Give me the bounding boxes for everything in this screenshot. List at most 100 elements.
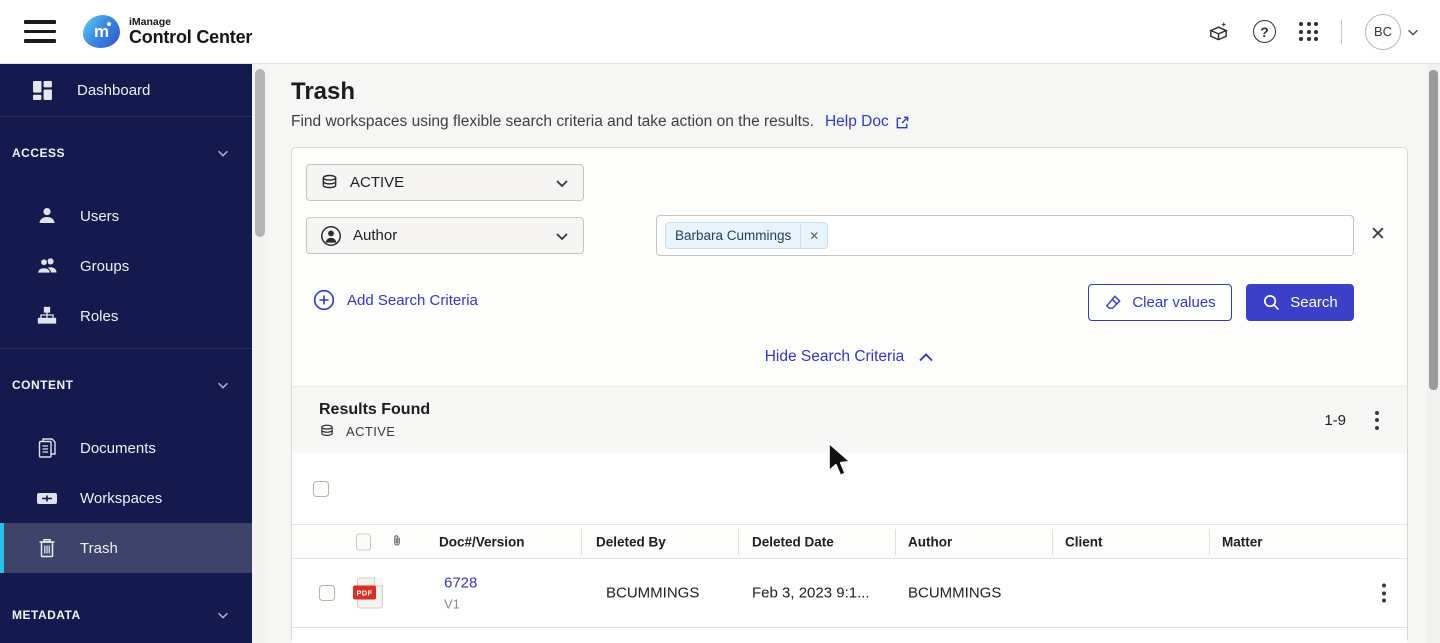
next-row-partial [292,628,1407,643]
section-label: ACCESS [12,146,66,160]
chip-remove-icon[interactable]: ✕ [800,223,827,248]
deleted-date-cell: Feb 3, 2023 9:1... [752,584,870,602]
column-divider [895,529,896,555]
section-label: CONTENT [12,378,74,392]
sidebar-item-groups[interactable]: Groups [0,241,252,291]
results-title: Results Found [319,401,431,418]
pdf-badge: PDF [353,585,376,600]
sidebar-section-content[interactable]: CONTENT [0,371,252,399]
table-row[interactable]: PDF 6728 V1 BCUMMINGS Feb 3, 2023 9:1...… [292,559,1407,628]
doc-version-cell: 6728 V1 [444,575,477,612]
help-doc-label: Help Doc [824,113,889,130]
row-menu-icon[interactable] [1379,581,1389,606]
sidebar-item-documents[interactable]: Documents [0,423,252,473]
sidebar-item-users[interactable]: Users [0,191,252,241]
search-button-label: Search [1290,294,1338,311]
column-divider [1052,529,1053,555]
sidebar-item-label: Roles [80,307,119,325]
chevron-down-icon [218,612,228,619]
hamburger-menu-icon[interactable] [24,20,56,43]
file-type-cell: PDF [353,577,383,609]
sidebar-item-label: Documents [80,439,156,457]
brand-logo: m iManage Control Center [83,15,252,48]
search-icon [1264,294,1280,311]
sidebar-item-trash[interactable]: Trash [0,523,252,573]
author-person-icon [321,225,341,246]
add-search-criteria-link[interactable]: Add Search Criteria [313,289,478,311]
dashboard-icon [33,80,52,100]
account-menu[interactable]: BC [1365,13,1420,50]
workspaces-icon [36,489,58,507]
value-chip: Barbara Cummings ✕ [665,222,829,249]
eraser-icon [1106,295,1121,309]
sidebar-item-dashboard[interactable]: Dashboard [0,64,252,117]
sidebar-section-access[interactable]: ACCESS [0,139,252,167]
column-header-matter[interactable]: Matter [1222,534,1263,549]
results-menu-icon[interactable] [1372,408,1382,433]
subtitle-text: Find workspaces using flexible search cr… [291,113,814,130]
doc-number-link[interactable]: 6728 [444,575,477,592]
app-grid-icon[interactable] [1299,22,1318,41]
chevron-up-icon [919,353,933,362]
main-content: Trash Find workspaces using flexible sea… [269,64,1427,643]
clear-row-icon[interactable]: ✕ [1370,225,1386,244]
clear-values-label: Clear values [1132,294,1216,311]
results-range: 1-9 [1324,411,1346,429]
section-label: METADATA [12,608,81,622]
sidebar-section-metadata[interactable]: METADATA [0,601,252,629]
page-title: Trash [291,78,356,105]
search-field-value: Author [353,227,398,244]
column-divider [1209,529,1210,555]
search-button[interactable]: Search [1246,284,1354,321]
repository-value: ACTIVE [350,174,405,191]
column-header-doc-version[interactable]: Doc#/Version [439,534,525,549]
imanage-logo-icon: m [83,15,120,48]
whats-new-icon[interactable] [1207,20,1230,43]
column-header-client[interactable]: Client [1065,534,1103,549]
page-subtitle: Find workspaces using flexible search cr… [291,113,1427,131]
top-bar: m iManage Control Center ? BC [0,0,1440,64]
plus-circle-icon [313,289,335,311]
pdf-file-icon: PDF [353,577,383,609]
sidebar: Dashboard ACCESS Users Groups Roles CONT… [0,64,252,643]
attachment-column-icon [391,530,403,553]
trash-icon [36,537,58,559]
hide-criteria-label: Hide Search Criteria [764,348,905,365]
topbar-divider [1341,19,1342,44]
content-scrollbar-thumb[interactable] [1429,70,1438,390]
column-header-deleted-by[interactable]: Deleted By [596,534,666,549]
chip-label: Barbara Cummings [675,228,792,243]
clear-values-button[interactable]: Clear values [1088,284,1232,321]
row-checkbox[interactable] [319,585,335,601]
column-header-deleted-date[interactable]: Deleted Date [752,534,834,549]
hide-search-criteria-toggle[interactable]: Hide Search Criteria [292,348,1407,366]
brand-text: iManage Control Center [129,15,252,47]
file-type-column-icon [356,533,371,550]
repository-dropdown[interactable]: ACTIVE [306,164,584,201]
table-header-row: Doc#/Version Deleted By Deleted Date Aut… [292,524,1407,559]
results-header: Results Found ACTIVE 1-9 [292,386,1407,453]
help-icon[interactable]: ? [1253,20,1276,43]
chevron-down-icon [554,228,570,244]
sidebar-item-workspaces[interactable]: Workspaces [0,473,252,523]
doc-version-label: V1 [444,596,460,612]
results-repo-label: ACTIVE [346,424,396,439]
content-scrollbar[interactable] [1427,64,1440,643]
search-value-input[interactable]: Barbara Cummings ✕ [656,215,1354,256]
avatar[interactable]: BC [1365,13,1401,50]
chevron-down-icon [554,175,570,191]
column-header-author[interactable]: Author [908,534,952,549]
sidebar-item-roles[interactable]: Roles [0,291,252,341]
database-icon [322,174,337,188]
documents-icon [36,437,58,459]
sidebar-divider [0,348,252,349]
deleted-by-cell: BCUMMINGS [606,584,700,602]
sidebar-scrollbar-thumb[interactable] [255,69,265,237]
sidebar-scrollbar[interactable] [252,64,269,643]
search-field-dropdown[interactable]: Author [306,217,584,254]
help-doc-link[interactable]: Help Doc [825,113,910,131]
chevron-down-icon [218,382,228,389]
add-criteria-label: Add Search Criteria [347,291,478,309]
brand-imanage: iManage [129,15,172,28]
select-all-checkbox[interactable] [313,480,329,497]
